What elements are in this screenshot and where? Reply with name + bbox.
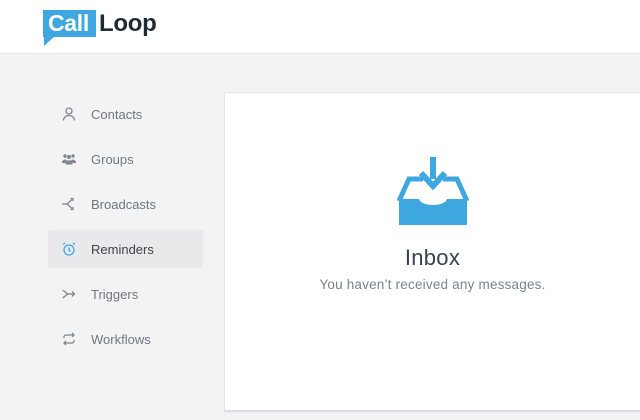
sidebar-item-label: Workflows xyxy=(91,331,151,347)
inbox-panel: Inbox You haven’t received any messages. xyxy=(224,92,640,412)
empty-state: Inbox You haven’t received any messages. xyxy=(225,153,640,292)
sidebar-item-workflows[interactable]: Workflows xyxy=(48,320,203,358)
sidebar-item-reminders[interactable]: Reminders xyxy=(48,230,203,268)
empty-state-subtitle: You haven’t received any messages. xyxy=(319,277,546,292)
sidebar-item-label: Groups xyxy=(91,151,134,167)
callloop-logo[interactable]: Call Loop xyxy=(43,10,157,46)
sidebar-item-label: Contacts xyxy=(91,106,143,122)
workflow-loop-icon xyxy=(61,331,77,347)
user-icon xyxy=(61,106,77,122)
empty-state-title: Inbox xyxy=(404,245,461,270)
alarm-clock-icon xyxy=(61,241,77,257)
sidebar-nav: Contacts Groups Broadcasts Reminders Tri… xyxy=(48,95,203,365)
people-group-icon xyxy=(61,151,77,167)
inbox-icon xyxy=(396,157,469,225)
sidebar-item-triggers[interactable]: Triggers xyxy=(48,275,203,313)
logo-loop-text: Loop xyxy=(98,10,157,37)
sidebar-item-label: Broadcasts xyxy=(91,196,157,212)
sidebar-item-broadcasts[interactable]: Broadcasts xyxy=(48,185,203,223)
sidebar-item-label: Triggers xyxy=(91,286,139,302)
sidebar-item-groups[interactable]: Groups xyxy=(48,140,203,178)
sidebar-item-contacts[interactable]: Contacts xyxy=(48,95,203,133)
sidebar-item-label: Reminders xyxy=(91,241,154,257)
broadcast-icon xyxy=(61,196,77,212)
logo-call-text: Call xyxy=(43,10,96,46)
panel-bottom-border xyxy=(224,410,640,412)
top-header: Call Loop xyxy=(0,0,640,54)
trigger-arrow-icon xyxy=(61,286,77,302)
